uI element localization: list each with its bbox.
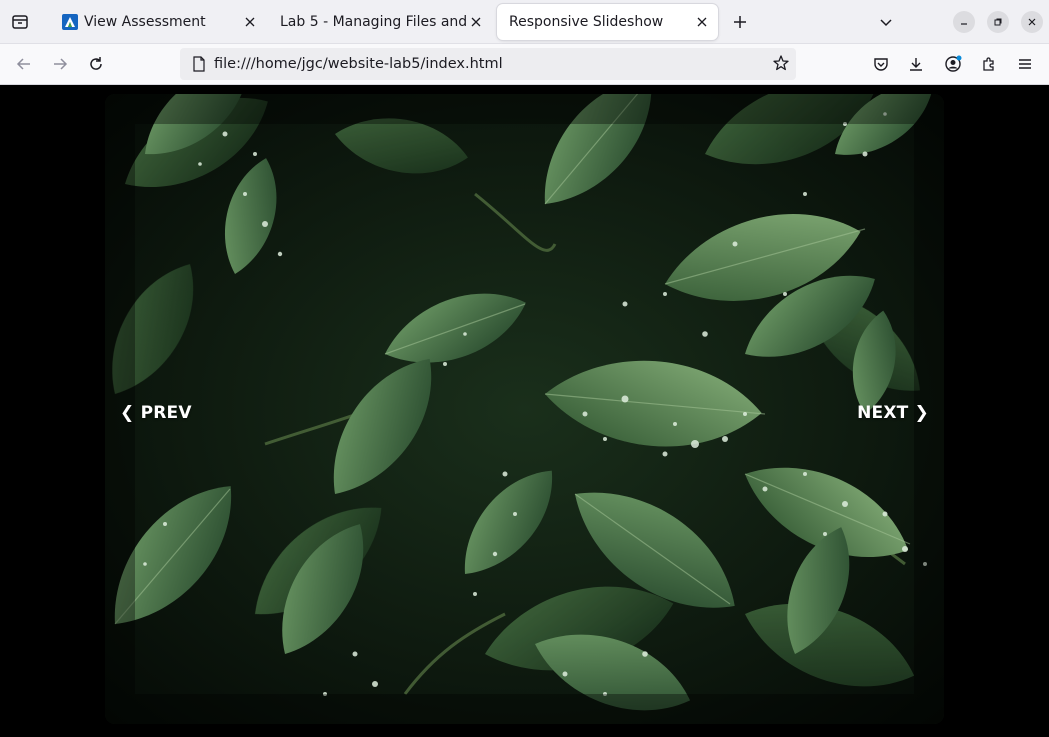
- prev-button[interactable]: ❮ PREV: [120, 403, 192, 423]
- tab-view-assessment[interactable]: View Assessment: [50, 4, 266, 40]
- firefox-view-icon[interactable]: [6, 8, 34, 36]
- back-arrow-icon[interactable]: [10, 50, 38, 78]
- canvas-favicon-icon: [62, 14, 78, 30]
- reload-icon[interactable]: [82, 50, 110, 78]
- close-tab-icon[interactable]: [240, 12, 260, 32]
- url-text[interactable]: file:///home/jgc/website-lab5/index.html: [214, 56, 503, 72]
- extensions-icon[interactable]: [975, 50, 1003, 78]
- slideshow: ❮ PREV NEXT ❯: [105, 94, 944, 724]
- page-icon: [192, 56, 206, 76]
- tab-label: View Assessment: [84, 14, 206, 30]
- url-bar[interactable]: file:///home/jgc/website-lab5/index.html: [180, 48, 796, 80]
- list-all-tabs-icon[interactable]: [872, 8, 900, 36]
- close-window-icon[interactable]: [1021, 11, 1043, 33]
- tab-strip: View Assessment Lab 5 - Managing Files a…: [0, 0, 1049, 44]
- close-tab-icon[interactable]: [466, 12, 486, 32]
- minimize-icon[interactable]: [953, 11, 975, 33]
- tab-lab5[interactable]: Lab 5 - Managing Files and di: [268, 4, 492, 40]
- tab-responsive-slideshow[interactable]: Responsive Slideshow: [497, 4, 718, 40]
- tab-label: Responsive Slideshow: [509, 14, 664, 30]
- menu-icon[interactable]: [1011, 50, 1039, 78]
- page-content: ❮ PREV NEXT ❯: [0, 85, 1049, 737]
- next-button[interactable]: NEXT ❯: [857, 403, 929, 423]
- pocket-icon[interactable]: [867, 50, 895, 78]
- slide-image: [105, 94, 944, 724]
- restore-icon[interactable]: [987, 11, 1009, 33]
- navigation-toolbar: file:///home/jgc/website-lab5/index.html: [0, 44, 1049, 85]
- close-tab-icon[interactable]: [692, 12, 712, 32]
- downloads-icon[interactable]: [902, 50, 930, 78]
- forward-arrow-icon[interactable]: [46, 50, 74, 78]
- account-icon[interactable]: [939, 50, 967, 78]
- new-tab-icon[interactable]: [726, 8, 754, 36]
- bookmark-star-icon[interactable]: [772, 54, 790, 76]
- tab-label: Lab 5 - Managing Files and di: [280, 14, 468, 30]
